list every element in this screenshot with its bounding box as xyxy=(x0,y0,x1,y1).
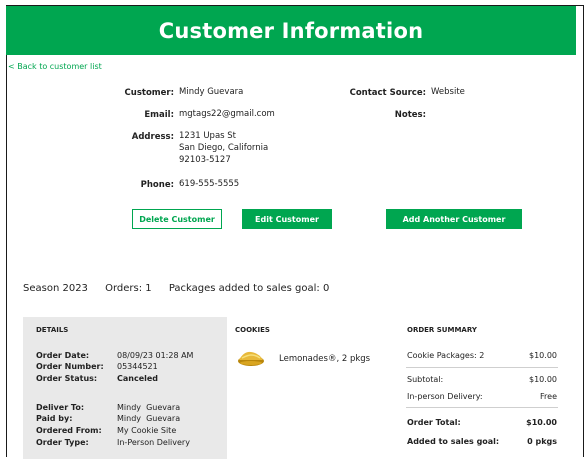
sales-goal-label: Added to sales goal: xyxy=(407,437,500,446)
ordered-from-value: My Cookie Site xyxy=(117,426,177,435)
order-type-label: Order Type: xyxy=(36,438,89,447)
email-label: Email: xyxy=(144,110,174,120)
subtotal-value: $10.00 xyxy=(529,375,557,384)
deliver-to-value: Mindy Guevara xyxy=(117,403,181,412)
season-summary: Season 2023 Orders: 1 Packages added to … xyxy=(23,283,343,294)
order-number-label: Order Number: xyxy=(36,362,104,371)
summary-divider xyxy=(406,407,558,408)
contact-source-value: Website xyxy=(431,87,465,97)
order-number-value: 05344521 xyxy=(117,362,158,371)
cookie-item-lemonades: Lemonades®, 2 pkgs xyxy=(279,354,371,364)
customer-label: Customer: xyxy=(124,88,174,98)
order-summary-title: ORDER SUMMARY xyxy=(407,326,477,334)
delivery-value: Free xyxy=(540,392,557,401)
edit-customer-button[interactable]: Edit Customer xyxy=(242,209,332,229)
packages-goal: Packages added to sales goal: 0 xyxy=(168,283,330,294)
notes-label: Notes: xyxy=(394,110,426,120)
paid-by-value: Mindy Guevara xyxy=(117,414,181,423)
page-title-text: Customer Information xyxy=(158,18,424,43)
customer-phone: 619-555-5555 xyxy=(179,179,240,189)
order-status-value: Canceled xyxy=(117,374,159,383)
cookies-title: COOKIES xyxy=(235,326,270,334)
orders-count: Orders: 1 xyxy=(105,283,152,294)
address-line-1: 1231 Upas St xyxy=(179,131,237,141)
ordered-from-label: Ordered From: xyxy=(36,426,102,435)
order-date-label: Order Date: xyxy=(36,351,90,360)
cookie-packages-label: Cookie Packages: 2 xyxy=(407,351,485,360)
summary-divider xyxy=(406,367,558,368)
details-title: DETAILS xyxy=(36,326,69,334)
order-total-label: Order Total: xyxy=(407,418,461,427)
cookie-packages-value: $10.00 xyxy=(529,351,557,360)
address-label: Address: xyxy=(131,132,174,142)
deliver-to-label: Deliver To: xyxy=(36,403,85,412)
paid-by-label: Paid by: xyxy=(36,414,73,423)
page-title: Customer Information xyxy=(6,6,576,55)
delivery-label: In-person Delivery: xyxy=(407,392,483,401)
order-date-value: 08/09/23 01:28 AM xyxy=(117,351,194,360)
customer-email: mgtags22@gmail.com xyxy=(179,109,275,119)
order-total-value: $10.00 xyxy=(526,418,557,427)
address-line-2: San Diego, California xyxy=(179,143,269,153)
back-to-customer-list-link[interactable]: < Back to customer list xyxy=(8,62,102,71)
phone-label: Phone: xyxy=(140,180,174,190)
season-label: Season 2023 xyxy=(23,283,88,294)
add-another-customer-button[interactable]: Add Another Customer xyxy=(386,209,522,229)
address-line-3: 92103-5127 xyxy=(179,155,231,165)
order-type-value: In-Person Delivery xyxy=(117,438,190,447)
lemonade-cookie-icon xyxy=(236,347,266,369)
order-status-label: Order Status: xyxy=(36,374,98,383)
subtotal-label: Subtotal: xyxy=(407,375,444,384)
contact-source-label: Contact Source: xyxy=(349,88,426,98)
sales-goal-value: 0 pkgs xyxy=(527,437,557,446)
customer-name: Mindy Guevara xyxy=(179,87,244,97)
delete-customer-button[interactable]: Delete Customer xyxy=(132,209,222,229)
